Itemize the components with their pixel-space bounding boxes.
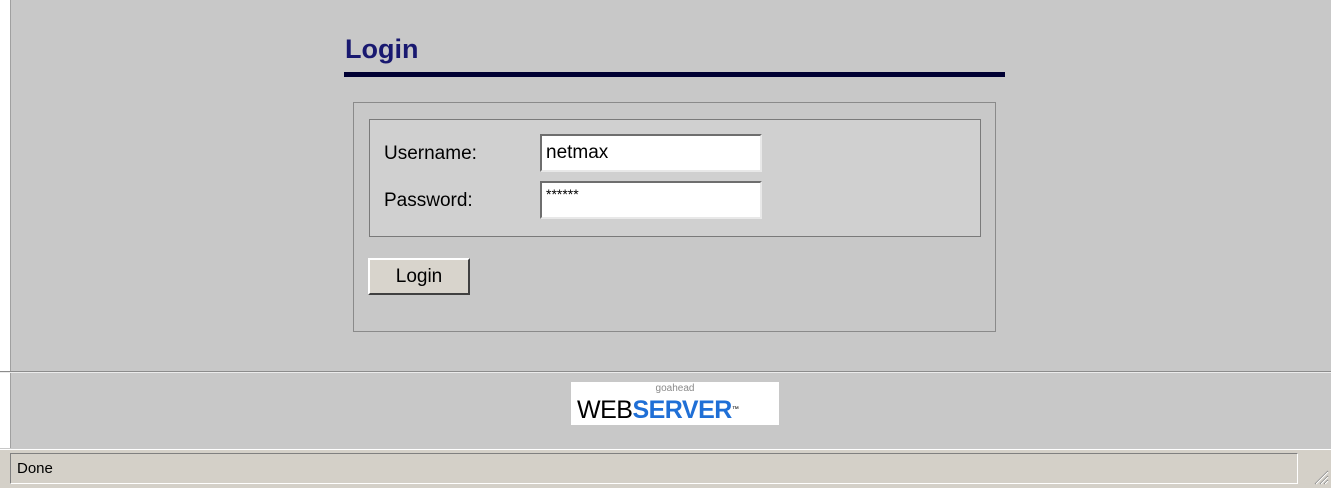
goahead-webserver-logo: goahead WEBSERVER™ — [571, 382, 779, 425]
username-input[interactable] — [540, 134, 762, 172]
logo-server-text: SERVER — [632, 396, 732, 424]
logo-trademark: ™ — [731, 406, 739, 413]
login-button[interactable]: Login — [368, 258, 470, 295]
page-title: Login — [345, 34, 419, 64]
login-page: Login Username: Password: Login goahead … — [0, 0, 1331, 488]
resize-grip-icon[interactable] — [1312, 468, 1329, 485]
logo-web-text: WEB — [577, 396, 633, 424]
status-panel — [10, 453, 1298, 484]
status-text: Done — [17, 460, 53, 477]
footer-divider — [0, 371, 1331, 373]
password-label: Password: — [384, 190, 473, 211]
username-label: Username: — [384, 143, 477, 164]
logo-wordmark: WEBSERVER™ — [577, 396, 739, 424]
left-frame-edge — [0, 0, 11, 448]
logo-goahead-text: goahead — [655, 383, 695, 394]
password-input[interactable] — [540, 181, 762, 219]
title-underline — [344, 72, 1005, 77]
